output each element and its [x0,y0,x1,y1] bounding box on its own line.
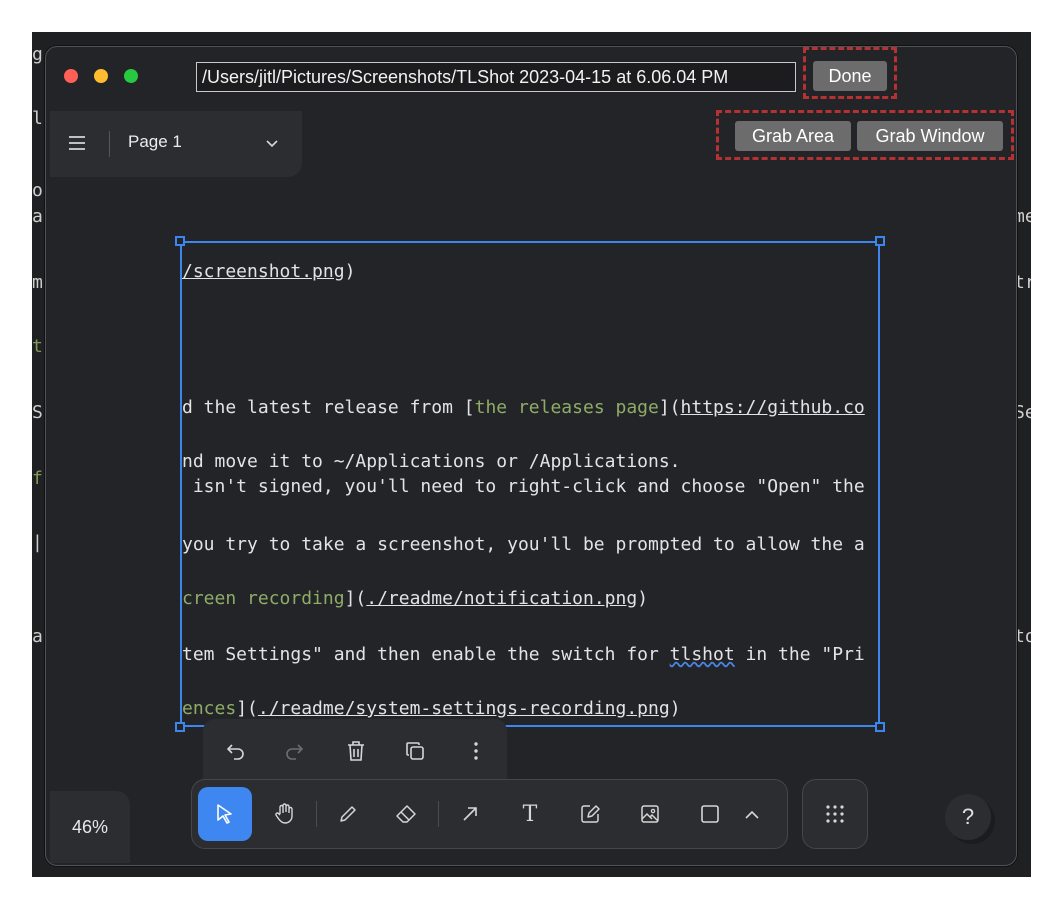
image-icon[interactable] [623,787,677,841]
trash-icon[interactable] [339,734,373,768]
text-icon[interactable]: T [503,787,557,841]
document-line: you try to take a screenshot, you'll be … [182,534,865,555]
document-text-segment: ]( [658,397,681,418]
pencil-icon[interactable] [321,787,375,841]
duplicate-icon[interactable] [398,734,432,768]
hand-icon[interactable] [258,787,312,841]
page-menu-panel: Page 1 [50,111,302,177]
resize-handle-bottom-right[interactable] [875,722,885,732]
document-text-segment: ) [669,698,681,719]
select-icon[interactable] [198,787,252,841]
document-text-segment: tem Settings" and then enable the switch… [182,644,670,665]
document-text-segment: ) [344,261,356,282]
toolbar-divider [316,801,317,827]
zoom-level[interactable]: 46% [50,791,130,863]
rectangle-icon[interactable] [683,787,737,841]
document-line: /screenshot.png) [182,261,355,282]
document-line: nd move it to ~/Applications or /Applica… [182,451,681,472]
resize-handle-bottom-left[interactable] [175,722,185,732]
done-highlight [803,47,897,99]
document-text-segment: ]( [344,588,367,609]
resize-handle-top-left[interactable] [175,236,185,246]
document-line: tem Settings" and then enable the switch… [182,644,865,665]
document-text-segment: creen recording [182,588,345,609]
background-text: t [32,336,43,357]
document-text: /screenshot.png) d the latest release fro… [182,243,878,725]
document-text-segment: /screenshot.png [182,261,345,282]
grab-buttons-highlight [716,110,1014,160]
document-text-segment: nd move it to ~/Applications or /Applica… [182,451,681,472]
more-vertical-icon[interactable] [459,734,493,768]
file-path-field[interactable]: /Users/jitl/Pictures/Screenshots/TLShot … [196,62,796,92]
document-line: ences](./readme/system-settings-recordin… [182,698,681,719]
tlshot-window: /Users/jitl/Pictures/Screenshots/TLShot … [45,46,1017,866]
resize-handle-top-right[interactable] [875,236,885,246]
note-icon[interactable] [563,787,617,841]
background-text: f [32,468,43,489]
document-text-segment: isn't signed, you'll need to right-click… [182,476,865,497]
undo-icon[interactable] [219,734,253,768]
arrow-icon[interactable] [443,787,497,841]
document-text-segment: ]( [236,698,258,719]
help-button[interactable]: ? [945,794,991,840]
toolbar-divider [438,801,439,827]
document-line: isn't signed, you'll need to right-click… [182,476,865,497]
document-line: d the latest release from [the releases … [182,397,865,418]
divider [109,131,110,157]
context-toolbar [203,719,507,781]
document-text-segment: in the "Pri [734,644,865,665]
background-text: o [32,180,43,201]
document-text-segment: ences [182,698,237,719]
redo-icon[interactable] [277,734,311,768]
document-text-segment: d the latest release from [ [182,397,475,418]
eraser-icon[interactable] [379,787,433,841]
screenshot-image-frame[interactable]: /screenshot.png) d the latest release fro… [180,241,880,727]
document-text-segment: you try to take a screenshot, you'll be … [182,534,865,555]
document-text-segment: ) [637,588,649,609]
main-toolbar: T [191,779,788,849]
minimize-window-button[interactable] [94,69,108,83]
background-text: g [32,44,43,65]
document-text-segment: ./readme/notification.png [366,588,638,609]
zoom-window-button[interactable] [124,69,138,83]
background-text: | [32,532,43,553]
document-text-segment: tlshot [669,644,735,665]
close-window-button[interactable] [64,69,78,83]
document-text-segment: ./readme/system-settings-recording.png [257,698,670,719]
chevron-up-icon[interactable] [732,787,772,841]
grid-icon[interactable] [802,779,868,849]
chevron-down-icon[interactable] [266,140,278,148]
document-line: creen recording](./readme/notification.p… [182,588,648,609]
page-selector-label[interactable]: Page 1 [128,132,182,152]
document-text-segment: https://github.co [680,397,865,418]
document-text-segment: the releases page [474,397,659,418]
hamburger-icon[interactable] [68,136,86,150]
